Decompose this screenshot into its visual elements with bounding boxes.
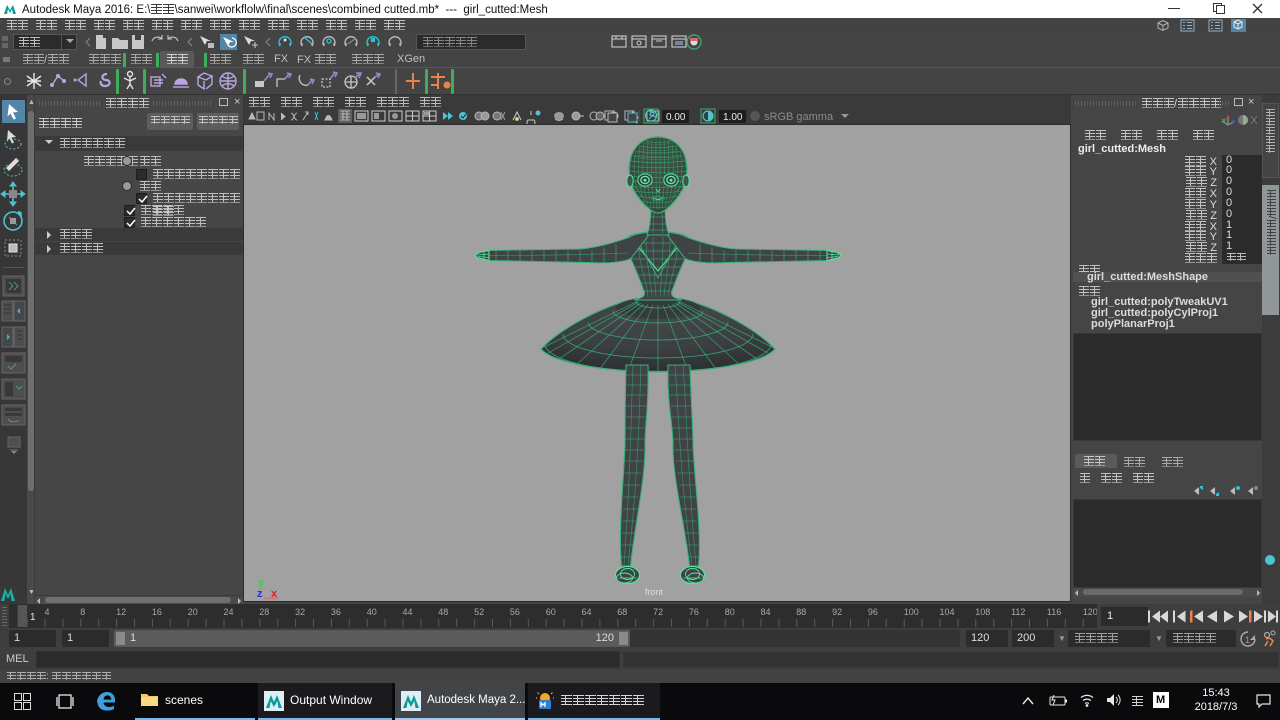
svg-text:88: 88	[796, 607, 806, 617]
svg-text:92: 92	[832, 607, 842, 617]
svg-text:96: 96	[868, 607, 878, 617]
svg-text:z: z	[257, 588, 263, 600]
svg-text:52: 52	[474, 607, 484, 617]
svg-text:0.00: 0.00	[666, 112, 686, 123]
svg-text:60: 60	[546, 607, 556, 617]
svg-text:32: 32	[295, 607, 305, 617]
svg-text:1: 1	[1245, 635, 1250, 645]
svg-text:84: 84	[761, 607, 771, 617]
svg-text:12: 12	[116, 607, 126, 617]
svg-text:68: 68	[617, 607, 627, 617]
svg-text:16: 16	[152, 607, 162, 617]
svg-text:4: 4	[45, 607, 50, 617]
svg-text:116: 116	[1047, 607, 1061, 617]
svg-text:1: 1	[30, 612, 36, 623]
svg-text:28: 28	[259, 607, 269, 617]
svg-text:64: 64	[582, 607, 592, 617]
svg-text:76: 76	[689, 607, 699, 617]
svg-text:80: 80	[725, 607, 735, 617]
svg-text:112: 112	[1011, 607, 1025, 617]
svg-text:1.00: 1.00	[723, 112, 743, 123]
svg-text:104: 104	[940, 607, 955, 617]
svg-text:48: 48	[438, 607, 448, 617]
svg-text:36: 36	[331, 607, 341, 617]
svg-text:8: 8	[80, 607, 85, 617]
svg-text:20: 20	[188, 607, 198, 617]
svg-text:44: 44	[403, 607, 413, 617]
svg-text:24: 24	[224, 607, 234, 617]
svg-text:front: front	[645, 587, 664, 597]
svg-text:108: 108	[975, 607, 990, 617]
svg-text:120: 120	[1083, 607, 1097, 617]
svg-text:100: 100	[904, 607, 919, 617]
svg-text:56: 56	[510, 607, 520, 617]
svg-text:40: 40	[367, 607, 377, 617]
svg-text:sRGB gamma: sRGB gamma	[764, 111, 834, 123]
svg-text:72: 72	[653, 607, 663, 617]
